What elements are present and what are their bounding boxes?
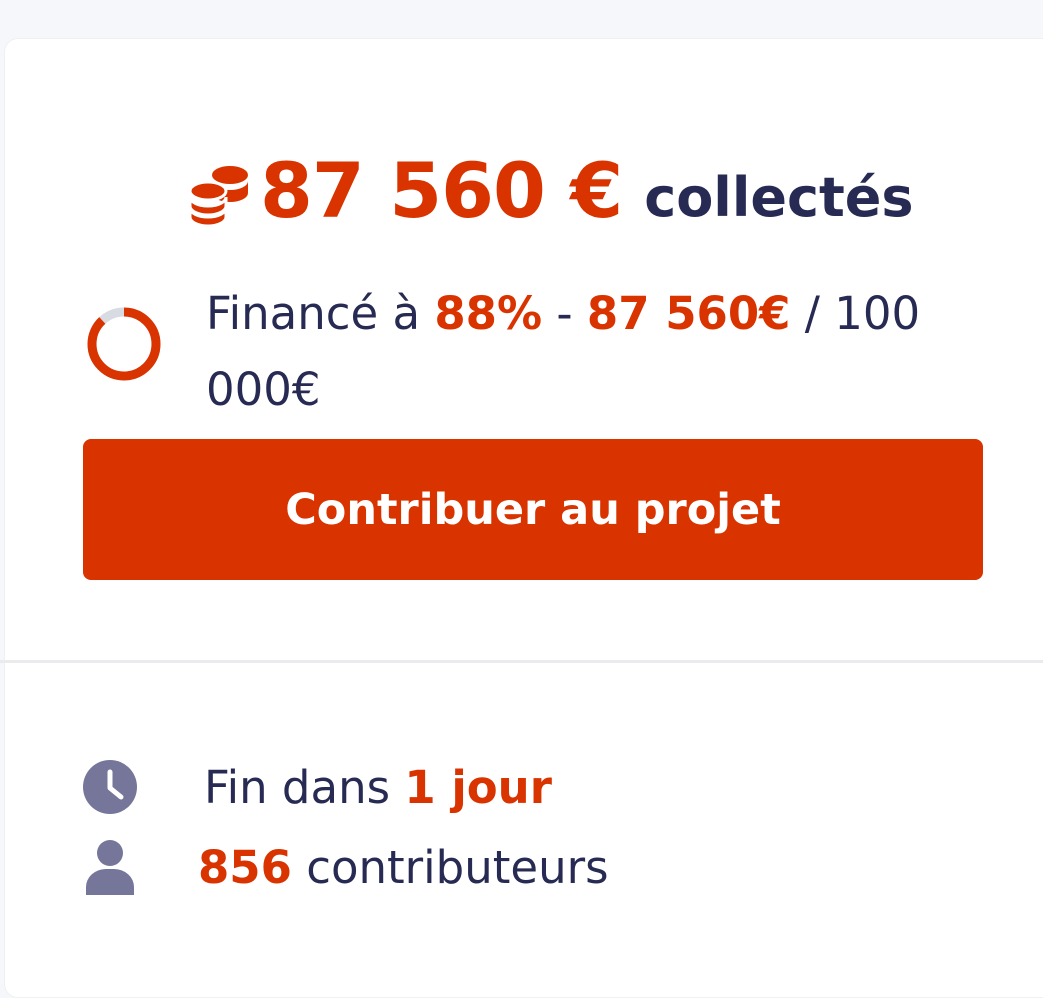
funding-separator: - [542, 287, 587, 340]
divider [0, 660, 1043, 663]
contribute-button[interactable]: Contribuer au projet [83, 439, 983, 580]
coins-icon [188, 166, 248, 225]
funding-percent: 88% [434, 287, 543, 340]
end-prefix: Fin dans [204, 760, 405, 814]
contributors-label: contributeurs [291, 840, 609, 894]
user-icon [86, 840, 134, 895]
funding-status: Financé à 88% - 87 560€ / 100 000€ [206, 276, 976, 428]
funding-raised: 87 560€ [586, 287, 791, 340]
end-value: 1 jour [404, 760, 552, 814]
funding-prefix: Financé à [206, 287, 435, 340]
collected-amount: 87 560 € [260, 145, 623, 235]
contributors-row: 856 contributeurs [80, 832, 609, 902]
collected-label: collectés [644, 165, 914, 229]
collected-summary: 87 560 € collectés [186, 140, 914, 240]
clock-icon [83, 760, 137, 814]
contributors-count: 856 [198, 840, 292, 894]
end-date-row: Fin dans 1 jour [80, 752, 552, 822]
funding-progress-ring [87, 307, 161, 381]
